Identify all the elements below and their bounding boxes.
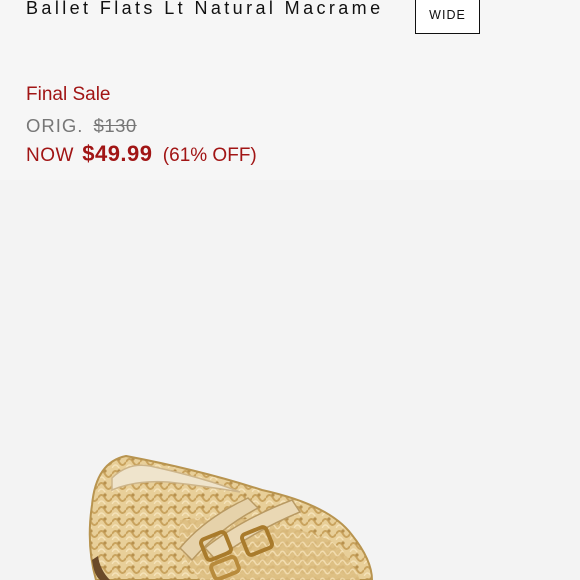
width-option-label: WIDE [429, 8, 466, 22]
discount-percent: (61% OFF) [162, 145, 257, 166]
product-image-area[interactable] [0, 180, 580, 580]
product-image-macrame-flat [88, 454, 374, 580]
sale-price-label: NOW [26, 145, 74, 166]
original-price: $130 [93, 115, 137, 136]
product-page: Ballet Flats Lt Natural Macrame WIDE Fin… [0, 0, 580, 580]
original-price-row: ORIG. $130 [26, 115, 137, 137]
width-option-wide-button[interactable]: WIDE [415, 0, 480, 34]
original-price-label: ORIG. [26, 115, 84, 136]
product-title: Ballet Flats Lt Natural Macrame [26, 0, 384, 18]
sale-price: $49.99 [82, 141, 153, 166]
sale-price-row: NOW $49.99 (61% OFF) [26, 141, 257, 167]
product-info-panel: Ballet Flats Lt Natural Macrame WIDE Fin… [0, 0, 580, 180]
final-sale-label: Final Sale [26, 84, 111, 105]
